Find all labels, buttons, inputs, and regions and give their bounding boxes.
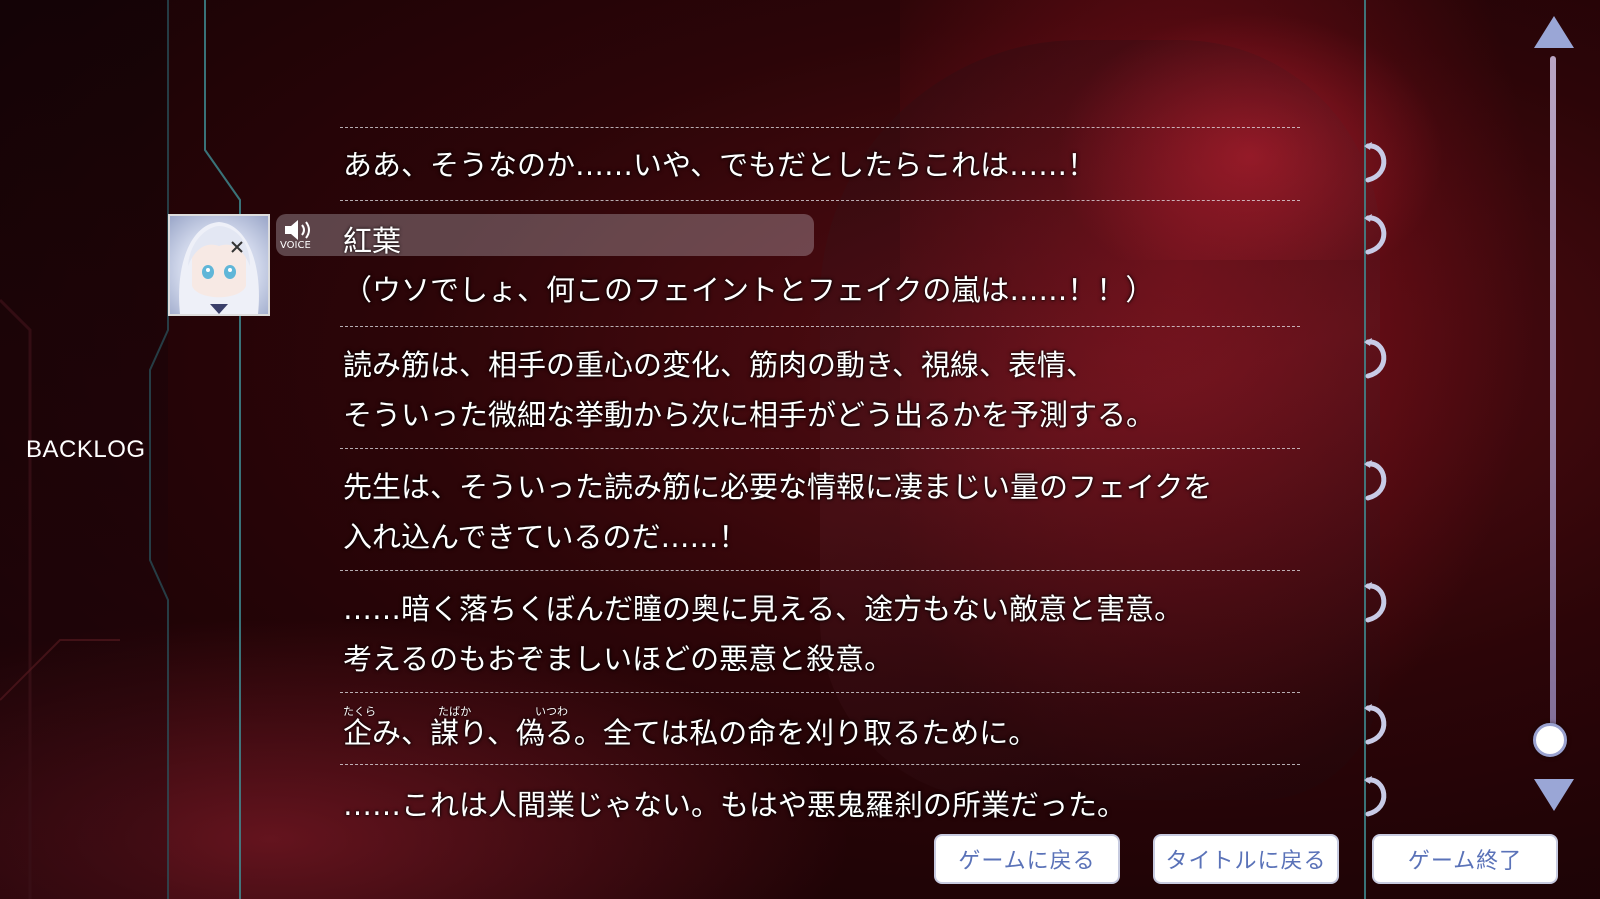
replay-arrow-icon[interactable] <box>1358 702 1392 746</box>
background-hair-art <box>1040 0 1460 260</box>
screen-title: BACKLOG <box>26 436 146 463</box>
voice-label: VOICE <box>280 240 311 251</box>
entry-divider <box>340 127 1300 128</box>
quit-game-button[interactable]: ゲーム終了 <box>1372 834 1558 884</box>
entry-divider <box>340 692 1300 693</box>
log-line: 読み筋は、相手の重心の変化、筋肉の動き、視線、表情、 <box>343 348 1095 382</box>
log-line: ああ、そうなのか……いや、でもだとしたらこれは……！ <box>343 148 1097 182</box>
entry-divider <box>340 326 1300 327</box>
log-line: 考えるのもおぞましいほどの悪意と殺意。 <box>343 642 894 676</box>
log-line: そういった微細な挙動から次に相手がどう出るかを予測する。 <box>343 398 1156 432</box>
return-to-game-button[interactable]: ゲームに戻る <box>934 834 1120 884</box>
log-line: 企み、謀り、偽る。全ては私の命を刈り取るために。 <box>343 716 1038 750</box>
replay-arrow-icon[interactable] <box>1358 212 1392 256</box>
speaker-icon <box>285 220 310 240</box>
replay-arrow-icon[interactable] <box>1358 336 1392 380</box>
scrollbar-thumb[interactable] <box>1533 723 1567 757</box>
log-line: 先生は、そういった読み筋に必要な情報に凄まじい量のフェイクを <box>343 470 1213 504</box>
speaker-name: 紅葉 <box>343 224 402 258</box>
speaker-avatar <box>168 214 270 316</box>
log-line: （ウソでしょ、何このフェイントとフェイクの嵐は……！！） <box>343 273 1155 307</box>
scrollbar-track[interactable] <box>1550 56 1556 746</box>
log-line: ……これは人間業じゃない。もはや悪鬼羅刹の所業だった。 <box>343 788 1127 822</box>
entry-divider <box>340 448 1300 449</box>
triangle-down-icon[interactable] <box>1532 775 1576 813</box>
entry-divider <box>340 200 1300 201</box>
log-line: ……暗く落ちくぼんだ瞳の奥に見える、途方もない敵意と害意。 <box>343 592 1184 626</box>
replay-arrow-icon[interactable] <box>1358 458 1392 502</box>
log-line: 入れ込んできているのだ……！ <box>343 520 748 554</box>
entry-divider <box>340 570 1300 571</box>
replay-arrow-icon[interactable] <box>1358 140 1392 184</box>
triangle-up-icon[interactable] <box>1532 14 1576 52</box>
replay-arrow-icon[interactable] <box>1358 774 1392 818</box>
replay-arrow-icon[interactable] <box>1358 580 1392 624</box>
entry-divider <box>340 764 1300 765</box>
return-to-title-button[interactable]: タイトルに戻る <box>1153 834 1339 884</box>
